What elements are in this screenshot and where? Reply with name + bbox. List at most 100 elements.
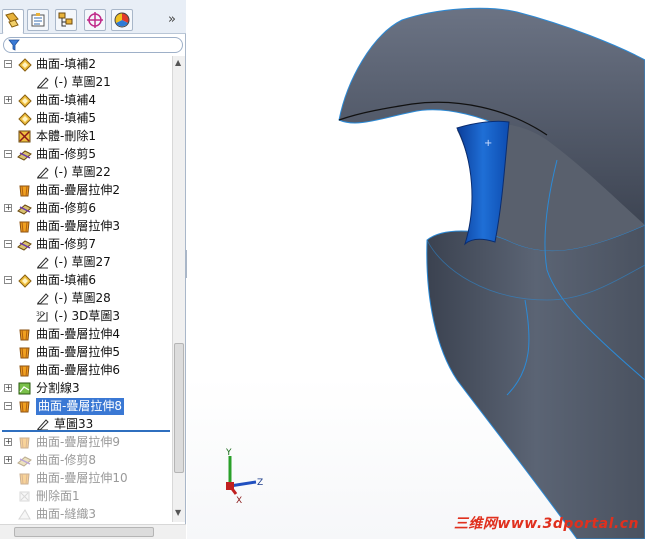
loft-surface-icon: [19, 437, 30, 449]
tree-item[interactable]: 本體-刪除1: [0, 128, 172, 145]
tree-item[interactable]: − 曲面-填補2: [0, 56, 172, 73]
tree-item[interactable]: 曲面-疊層拉伸5: [0, 344, 172, 361]
tree-item[interactable]: (-) 草圖21: [0, 74, 172, 91]
axis-triad: Y Z X: [225, 448, 263, 506]
watermark-text: 三维网www.3dportal.cn: [453, 516, 639, 532]
loft-surface-icon: [19, 401, 30, 413]
tree-horizontal-scrollbar[interactable]: [0, 524, 186, 539]
configuration-icon: [58, 12, 73, 27]
loft-surface-icon: [19, 329, 30, 341]
tree-item-label: (-) 草圖28: [54, 291, 111, 305]
tab-display-manager[interactable]: [111, 9, 133, 31]
tree-item-label: 曲面-修剪5: [36, 147, 96, 161]
tree-item[interactable]: 曲面-疊層拉伸4: [0, 326, 172, 343]
tab-feature-manager[interactable]: [2, 9, 24, 34]
fill-surface-icon: [18, 94, 32, 108]
tree-item-label: 曲面-填補5: [36, 111, 96, 125]
property-icon: [31, 13, 45, 27]
tree-item-label: 曲面-填補2: [36, 57, 96, 71]
tree-item-label: 曲面-疊層拉伸3: [36, 219, 120, 233]
tree-item-label: 曲面-填補4: [36, 93, 96, 107]
tree-item[interactable]: 刪除面1: [0, 488, 172, 505]
sketch-icon: [37, 167, 49, 179]
tree-item-label: 曲面-疊層拉伸2: [36, 183, 120, 197]
scroll-up-arrow-icon[interactable]: ▲: [175, 58, 181, 67]
tree-item-label: 刪除面1: [36, 489, 80, 503]
sketch-icon: [37, 257, 49, 269]
fill-surface-icon: [18, 274, 32, 288]
svg-text:3D: 3D: [36, 311, 45, 318]
svg-text:+: +: [484, 138, 492, 149]
scroll-down-arrow-icon[interactable]: ▼: [175, 508, 181, 517]
expand-icon[interactable]: +: [4, 204, 12, 212]
tree-item[interactable]: 曲面-填補5: [0, 110, 172, 127]
tree-item[interactable]: − 曲面-修剪5: [0, 146, 172, 163]
tree-item[interactable]: − 曲面-填補6: [0, 272, 172, 289]
tree-item[interactable]: + 曲面-修剪6: [0, 200, 172, 217]
tree-item[interactable]: 3D (-) 3D草圖3: [0, 308, 172, 325]
more-tabs-chevron-icon[interactable]: »: [168, 12, 176, 27]
tree-item[interactable]: + 分割線3: [0, 380, 172, 397]
delete-body-icon: [18, 130, 31, 143]
tree-item-label: 分割線3: [36, 381, 80, 395]
tree-item-label: (-) 3D草圖3: [54, 309, 121, 323]
collapse-icon[interactable]: −: [4, 150, 12, 158]
tree-item-label: 曲面-縫織3: [36, 507, 96, 521]
loft-surface-icon: [19, 185, 30, 197]
expand-icon[interactable]: +: [4, 96, 12, 104]
scroll-thumb[interactable]: [174, 343, 184, 473]
tree-item-label: 曲面-疊層拉伸6: [36, 363, 120, 377]
loft-surface-icon: [19, 221, 30, 233]
color-wheel-icon: [114, 12, 130, 28]
tree-item[interactable]: + 曲面-疊層拉伸9: [0, 434, 172, 451]
tree-item[interactable]: 曲面-疊層拉伸10: [0, 470, 172, 487]
axis-x-label: X: [236, 496, 242, 506]
collapse-icon[interactable]: −: [4, 60, 12, 68]
trim-surface-icon: [17, 204, 32, 215]
tree-item[interactable]: + 曲面-填補4: [0, 92, 172, 109]
tree-item[interactable]: 曲面-疊層拉伸2: [0, 182, 172, 199]
tree-item-label: 曲面-疊層拉伸10: [36, 471, 128, 485]
expand-icon[interactable]: +: [4, 456, 12, 464]
tree-item-label: 曲面-疊層拉伸4: [36, 327, 120, 341]
tree-item-label: 曲面-疊層拉伸9: [36, 435, 120, 449]
tree-item-label: (-) 草圖21: [54, 75, 111, 89]
tab-property-manager[interactable]: [27, 9, 49, 31]
loft-surface-icon: [19, 347, 30, 359]
fill-surface-icon: [18, 58, 32, 72]
tree-item-label: (-) 草圖22: [54, 165, 111, 179]
loft-surface-icon: [19, 473, 30, 485]
horizontal-scroll-thumb[interactable]: [14, 527, 154, 537]
rollback-bar[interactable]: [2, 430, 170, 432]
tree-item-label: 曲面-填補6: [36, 273, 96, 287]
axis-z-label: Z: [257, 478, 263, 488]
tree-vertical-scrollbar[interactable]: ▲ ▼: [172, 56, 185, 522]
tree-item[interactable]: (-) 草圖22: [0, 164, 172, 181]
collapse-icon[interactable]: −: [4, 240, 12, 248]
tab-configuration-manager[interactable]: [55, 9, 77, 31]
target-icon: [87, 12, 103, 28]
tree-item[interactable]: 曲面-疊層拉伸6: [0, 362, 172, 379]
filter-input[interactable]: [3, 37, 183, 53]
tree-item[interactable]: − 曲面-修剪7: [0, 236, 172, 253]
tree-item[interactable]: (-) 草圖27: [0, 254, 172, 271]
tree-item-label: 曲面-修剪8: [36, 453, 96, 467]
expand-icon[interactable]: +: [4, 384, 12, 392]
sketch-icon: [37, 77, 49, 89]
loft-surface-icon: [19, 365, 30, 377]
tree-item[interactable]: − 曲面-疊層拉伸8: [0, 398, 172, 415]
axis-y-label: Y: [225, 448, 232, 458]
tree-item[interactable]: (-) 草圖28: [0, 290, 172, 307]
trim-surface-icon: [17, 240, 32, 251]
expand-icon[interactable]: +: [4, 438, 12, 446]
tree-item-label: 曲面-修剪6: [36, 201, 96, 215]
filter-icon: [8, 39, 20, 51]
tree-item[interactable]: + 曲面-修剪8: [0, 452, 172, 469]
tree-item-label: 曲面-修剪7: [36, 237, 96, 251]
tree-item[interactable]: 曲面-疊層拉伸3: [0, 218, 172, 235]
tree-item[interactable]: 曲面-縫織3: [0, 506, 172, 522]
collapse-icon[interactable]: −: [4, 402, 12, 410]
collapse-icon[interactable]: −: [4, 276, 12, 284]
tab-dimxpert-manager[interactable]: [84, 9, 106, 31]
feature-tree: − 曲面-填補2 (-) 草圖21 + 曲面-填補4 曲面-填補5 本體-刪除1 − 曲面-修剪…: [0, 56, 172, 522]
